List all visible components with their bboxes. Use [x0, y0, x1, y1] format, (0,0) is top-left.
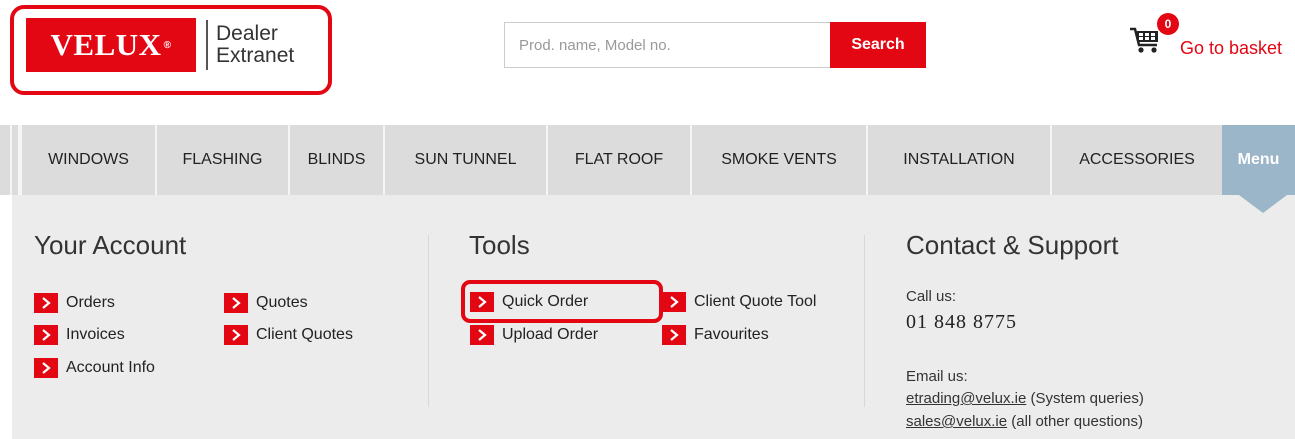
basket-count-badge: 0 [1157, 13, 1179, 35]
upload-order-link-label: Upload Order [502, 326, 599, 343]
nav-item-sun-tunnel[interactable]: SUN TUNNEL [383, 125, 546, 195]
email-line-etrading: etrading@velux.ie (System queries) [906, 390, 1144, 407]
nav-item-accessories[interactable]: ACCESSORIES [1050, 125, 1222, 195]
orders-link-label: Orders [66, 294, 115, 311]
phone-number: 01 848 8775 [906, 311, 1017, 333]
client-quotes-link-label: Client Quotes [256, 326, 353, 343]
nav-item-smoke-vents[interactable]: SMOKE VENTS [690, 125, 866, 195]
client-quotes-link[interactable]: Client Quotes [224, 325, 353, 345]
chevron-right-icon [34, 358, 58, 378]
logo-subtitle-line2: Extranet [216, 44, 295, 67]
call-us-label: Call us: [906, 288, 957, 305]
menu-pointer-arrow [1239, 195, 1287, 213]
chevron-right-icon [224, 325, 248, 345]
chevron-right-icon [662, 292, 686, 312]
logo-badge: VELUX ® [26, 18, 196, 72]
chevron-right-icon [224, 293, 248, 313]
upload-order-link[interactable]: Upload Order [470, 325, 598, 345]
orders-link[interactable]: Orders [34, 293, 115, 313]
logo-registered-mark: ® [163, 39, 172, 51]
main-navigation: WINDOWS FLASHING BLINDS SUN TUNNEL FLAT … [0, 125, 1295, 195]
sales-email-note: (all other questions) [1011, 413, 1144, 430]
logo-divider [206, 20, 208, 70]
logo-brand: VELUX [50, 27, 162, 62]
logo-subtitle: Dealer Extranet [216, 23, 294, 67]
chevron-right-icon [34, 325, 58, 345]
column-divider [428, 235, 429, 407]
etrading-email-link[interactable]: etrading@velux.ie [906, 390, 1026, 407]
search-button[interactable]: Search [830, 22, 926, 68]
invoices-link[interactable]: Invoices [34, 325, 125, 345]
account-info-link-label: Account Info [66, 359, 155, 376]
velux-logo[interactable]: VELUX ® Dealer Extranet [26, 18, 294, 72]
nav-item-windows[interactable]: WINDOWS [20, 125, 155, 195]
chevron-right-icon [34, 293, 58, 313]
chevron-right-icon [662, 325, 686, 345]
nav-item-flat-roof[interactable]: FLAT ROOF [546, 125, 690, 195]
email-us-label: Email us: [906, 368, 968, 385]
email-line-sales: sales@velux.ie (all other questions) [906, 413, 1143, 430]
quotes-link[interactable]: Quotes [224, 293, 308, 313]
contact-support-title: Contact & Support [906, 230, 1119, 260]
favourites-link-label: Favourites [694, 326, 769, 343]
client-quote-tool-link[interactable]: Client Quote Tool [662, 292, 816, 312]
search-input[interactable] [504, 22, 832, 68]
invoices-link-label: Invoices [66, 326, 125, 343]
nav-item-blinds[interactable]: BLINDS [288, 125, 383, 195]
column-divider [864, 235, 865, 407]
go-to-basket-label[interactable]: Go to basket [1180, 38, 1282, 59]
account-info-link[interactable]: Account Info [34, 358, 155, 378]
client-quote-tool-link-label: Client Quote Tool [694, 293, 817, 310]
nav-item-flashing[interactable]: FLASHING [155, 125, 288, 195]
quick-order-highlight-frame [461, 280, 663, 323]
etrading-email-note: (System queries) [1030, 390, 1144, 407]
menu-toggle-button[interactable]: Menu [1222, 125, 1295, 195]
nav-item-installation[interactable]: INSTALLATION [866, 125, 1050, 195]
logo-subtitle-line1: Dealer [216, 22, 278, 45]
quotes-link-label: Quotes [256, 294, 308, 311]
favourites-link[interactable]: Favourites [662, 325, 769, 345]
chevron-right-icon [470, 325, 494, 345]
your-account-title: Your Account [34, 230, 187, 260]
sales-email-link[interactable]: sales@velux.ie [906, 413, 1007, 430]
nav-edge [10, 125, 12, 195]
tools-title: Tools [469, 230, 530, 260]
